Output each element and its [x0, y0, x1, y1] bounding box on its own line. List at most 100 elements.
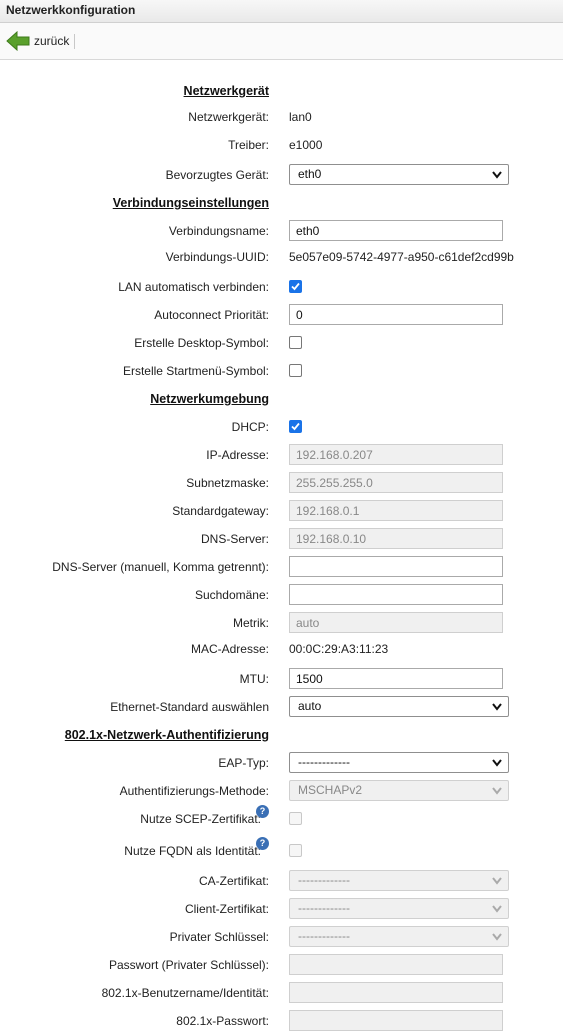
8021x-password-label: 802.1x-Passwort:: [176, 1014, 269, 1028]
search-domain-label: Suchdomäne:: [194, 588, 269, 602]
row-gateway: Standardgateway:: [0, 500, 563, 522]
row-eap-type: EAP-Typ: -------------: [0, 752, 563, 774]
autoconnect-checkbox[interactable]: [289, 280, 302, 293]
chevron-down-icon: [492, 759, 502, 767]
row-preferred-device: Bevorzugtes Gerät: eth0: [0, 164, 563, 186]
row-ethernet-standard: Ethernet-Standard auswählen auto: [0, 696, 563, 718]
chevron-down-icon: [492, 877, 502, 885]
row-startmenu-icon: Erstelle Startmenü-Symbol:: [0, 360, 563, 382]
autoconnect-label: LAN automatisch verbinden:: [118, 280, 269, 294]
row-private-key: Privater Schlüssel: -------------: [0, 926, 563, 948]
desktop-icon-checkbox[interactable]: [289, 336, 302, 349]
fqdn-label: Nutze FQDN als Identität:: [124, 844, 261, 858]
section-title: Netzwerkumgebung: [150, 392, 269, 406]
connection-name-label: Verbindungsname:: [168, 224, 269, 238]
identity-input: [289, 982, 503, 1003]
key-password-input: [289, 954, 503, 975]
desktop-icon-label: Erstelle Desktop-Symbol:: [134, 336, 269, 350]
help-icon[interactable]: ?: [256, 837, 269, 850]
subnet-input: [289, 472, 503, 493]
row-key-password: Passwort (Privater Schlüssel):: [0, 954, 563, 976]
autoconnect-priority-label: Autoconnect Priorität:: [154, 308, 269, 322]
auth-method-select: MSCHAPv2: [289, 780, 509, 801]
back-button[interactable]: zurück: [6, 31, 69, 51]
ca-cert-select: -------------: [289, 870, 509, 891]
back-label: zurück: [34, 34, 70, 48]
mtu-label: MTU:: [239, 672, 269, 686]
section-title: 802.1x-Netzwerk-Authentifizierung: [64, 728, 269, 742]
select-value: -------------: [298, 755, 350, 769]
chevron-down-icon: [492, 905, 502, 913]
row-subnet: Subnetzmaske:: [0, 472, 563, 494]
8021x-password-input: [289, 1010, 503, 1031]
metric-label: Metrik:: [233, 616, 269, 630]
row-autoconnect-priority: Autoconnect Priorität:: [0, 304, 563, 326]
select-value: MSCHAPv2: [298, 783, 363, 797]
startmenu-icon-checkbox[interactable]: [289, 364, 302, 377]
device-value: lan0: [289, 110, 312, 124]
row-metric: Metrik:: [0, 612, 563, 634]
section-title: Netzwerkgerät: [183, 84, 269, 98]
uuid-value: 5e057e09-5742-4977-a950-c61def2cd99b: [289, 250, 514, 264]
driver-label: Treiber:: [228, 138, 269, 152]
select-value: auto: [298, 699, 322, 713]
ethernet-standard-label: Ethernet-Standard auswählen: [110, 700, 269, 714]
checkmark-icon: [291, 422, 300, 431]
select-value: -------------: [298, 901, 350, 915]
chevron-down-icon: [492, 933, 502, 941]
row-mtu: MTU:: [0, 668, 563, 690]
chevron-down-icon: [492, 787, 502, 795]
subnet-label: Subnetzmaske:: [186, 476, 269, 490]
row-scep: Nutze SCEP-Zertifikat: ?: [0, 805, 563, 830]
identity-label: 802.1x-Benutzername/Identität:: [101, 986, 269, 1000]
select-value: -------------: [298, 873, 350, 887]
row-desktop-icon: Erstelle Desktop-Symbol:: [0, 332, 563, 354]
row-ip: IP-Adresse:: [0, 444, 563, 466]
connection-name-input[interactable]: [289, 220, 503, 241]
row-driver: Treiber: e1000: [0, 134, 563, 156]
section-auth: 802.1x-Netzwerk-Authentifizierung: [0, 724, 563, 746]
driver-value: e1000: [289, 138, 323, 152]
ca-cert-label: CA-Zertifikat:: [198, 874, 269, 888]
gateway-input: [289, 500, 503, 521]
fqdn-checkbox: [289, 844, 302, 857]
gateway-label: Standardgateway:: [172, 504, 269, 518]
select-value: -------------: [298, 929, 350, 943]
scep-checkbox: [289, 812, 302, 825]
row-fqdn: Nutze FQDN als Identität: ?: [0, 837, 563, 862]
row-8021x-password: 802.1x-Passwort:: [0, 1010, 563, 1032]
dns-manual-label: DNS-Server (manuell, Komma getrennt):: [52, 560, 269, 574]
preferred-device-select[interactable]: eth0: [289, 164, 509, 185]
window-title: Netzwerkkonfiguration: [0, 0, 563, 23]
ethernet-standard-select[interactable]: auto: [289, 696, 509, 717]
dns-manual-input[interactable]: [289, 556, 503, 577]
mac-value: 00:0C:29:A3:11:23: [289, 642, 389, 656]
eap-type-select[interactable]: -------------: [289, 752, 509, 773]
row-dns: DNS-Server:: [0, 528, 563, 550]
search-domain-input[interactable]: [289, 584, 503, 605]
row-uuid: Verbindungs-UUID: 5e057e09-5742-4977-a95…: [0, 246, 563, 268]
row-device: Netzwerkgerät: lan0: [0, 106, 563, 128]
device-label: Netzwerkgerät:: [188, 110, 269, 124]
eap-type-label: EAP-Typ:: [218, 756, 269, 770]
mtu-input[interactable]: [289, 668, 503, 689]
help-icon[interactable]: ?: [256, 805, 269, 818]
row-connection-name: Verbindungsname:: [0, 220, 563, 242]
row-search-domain: Suchdomäne:: [0, 584, 563, 606]
dhcp-checkbox[interactable]: [289, 420, 302, 433]
row-mac: MAC-Adresse: 00:0C:29:A3:11:23: [0, 638, 563, 660]
dns-input: [289, 528, 503, 549]
row-ca-cert: CA-Zertifikat: -------------: [0, 870, 563, 892]
dhcp-label: DHCP:: [231, 420, 269, 434]
row-identity: 802.1x-Benutzername/Identität:: [0, 982, 563, 1004]
arrow-left-icon: [6, 31, 30, 51]
row-dns-manual: DNS-Server (manuell, Komma getrennt):: [0, 556, 563, 578]
section-connection: Verbindungseinstellungen: [0, 192, 563, 214]
client-cert-select: -------------: [289, 898, 509, 919]
client-cert-label: Client-Zertifikat:: [184, 902, 269, 916]
autoconnect-priority-input[interactable]: [289, 304, 503, 325]
select-value: eth0: [298, 167, 322, 181]
row-autoconnect: LAN automatisch verbinden:: [0, 276, 563, 298]
startmenu-icon-label: Erstelle Startmenü-Symbol:: [122, 364, 269, 378]
section-device: Netzwerkgerät: [0, 80, 563, 102]
